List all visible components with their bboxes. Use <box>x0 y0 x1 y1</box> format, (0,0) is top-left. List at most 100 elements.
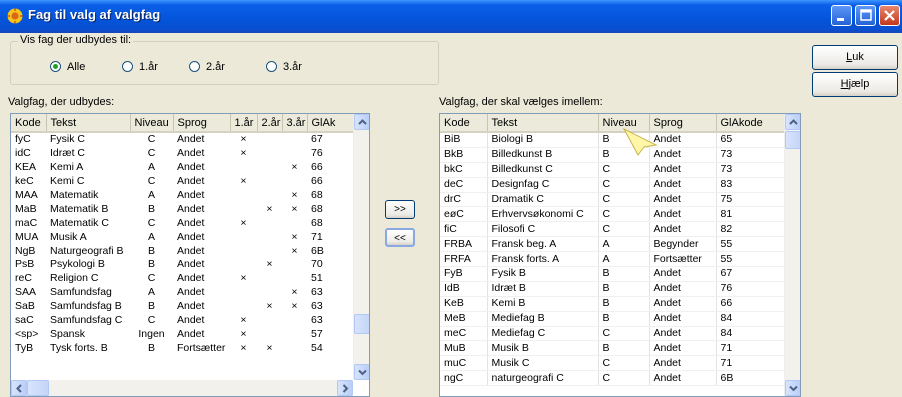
table-cell: Religion C <box>50 272 99 285</box>
table-cell <box>230 230 257 244</box>
radio-icon <box>189 61 200 72</box>
table-cell <box>257 327 282 341</box>
table-cell: × <box>266 300 273 313</box>
table-row[interactable]: BkB Billedkunst B B Andet 73 <box>440 147 785 163</box>
table-row[interactable]: keC Kemi C C Andet × 66 <box>11 175 354 189</box>
offered-subjects-list[interactable]: Kode Tekst Niveau Sprog 1.år 2.år 3.år GlAk fyC… <box>10 113 370 397</box>
table-row[interactable]: idC Idræt C C Andet × 76 <box>11 147 354 161</box>
table-cell <box>282 132 307 147</box>
table-cell: Samfundsfag C <box>50 314 123 327</box>
column-header[interactable]: GlAk <box>307 114 355 133</box>
table-cell <box>257 147 282 161</box>
column-header[interactable]: Tekst <box>46 114 131 133</box>
maximize-button[interactable] <box>855 5 876 26</box>
column-header[interactable]: Kode <box>11 114 47 133</box>
table-row[interactable]: IdB Idræt B B Andet 76 <box>440 281 785 297</box>
table-row[interactable]: NgB Naturgeografi B B Andet × 6B <box>11 244 354 258</box>
selectable-subjects-list[interactable]: Kode Tekst Niveau Sprog GlAkode BiB Biologi B… <box>439 113 801 397</box>
table-row[interactable]: deC Designfag C C Andet 83 <box>440 177 785 193</box>
table-cell: BkB <box>440 147 488 163</box>
scroll-up-button[interactable] <box>785 114 800 130</box>
table-row[interactable]: KEA Kemi A A Andet × 66 <box>11 161 354 175</box>
table-row[interactable]: maC Matematik C C Andet × 68 <box>11 216 354 230</box>
table-row[interactable]: fiC Filosofi C C Andet 82 <box>440 221 785 238</box>
column-header[interactable]: Niveau <box>130 114 174 133</box>
luk-button[interactable]: Luk <box>812 45 898 70</box>
table-cell: Andet <box>649 221 717 238</box>
chevron-up-icon <box>358 119 367 125</box>
table-cell <box>257 314 282 328</box>
table-row[interactable]: fyC Fysik C C Andet × 67 <box>11 132 354 147</box>
radio-2-aar[interactable]: 2.år <box>189 61 225 73</box>
column-header[interactable]: Kode <box>440 114 488 133</box>
table-cell: 84 <box>716 326 785 342</box>
scroll-down-button[interactable] <box>785 380 800 396</box>
remove-button[interactable]: << <box>385 228 415 247</box>
right-vertical-scrollbar[interactable] <box>784 114 800 396</box>
table-row[interactable]: bkC Billedkunst C C Andet 73 <box>440 162 785 178</box>
table-row[interactable]: MuB Musik B B Andet 71 <box>440 340 785 357</box>
table-cell: Andet <box>177 286 205 299</box>
table-cell: Filosofi C <box>487 221 599 238</box>
radio-1-aar[interactable]: 1.år <box>122 61 158 73</box>
column-header[interactable]: Sprog <box>173 114 231 133</box>
column-header[interactable]: 2.år <box>257 114 283 133</box>
table-cell: A <box>147 230 155 243</box>
scroll-down-button[interactable] <box>354 364 369 380</box>
left-scroll-thumb[interactable] <box>354 314 369 334</box>
table-row[interactable]: MeB Mediefag B B Andet 84 <box>440 311 785 327</box>
radio-alle[interactable]: Alle <box>50 61 85 73</box>
table-cell: eøC <box>440 206 488 223</box>
table-row[interactable]: FyB Fysik B B Andet 67 <box>440 266 785 282</box>
table-cell: 76 <box>716 281 785 297</box>
scroll-right-button[interactable] <box>337 380 353 396</box>
table-row[interactable]: PsB Psykologi B B Andet × 70 <box>11 258 354 272</box>
table-cell: MaB <box>15 202 37 215</box>
table-row[interactable]: FRFA Fransk forts. A A Fortsætter 55 <box>440 251 785 268</box>
table-cell: fiC <box>440 221 488 238</box>
table-row[interactable]: FRBA Fransk beg. A A Begynder 55 <box>440 236 785 253</box>
scroll-left-button[interactable] <box>11 380 27 396</box>
table-row[interactable]: ngC naturgeografi C C Andet 6B <box>440 370 785 387</box>
table-row[interactable]: KeB Kemi B B Andet 66 <box>440 296 785 312</box>
right-scroll-thumb[interactable] <box>785 131 800 149</box>
close-window-button[interactable] <box>879 5 900 26</box>
table-cell: × <box>240 216 247 229</box>
add-button[interactable]: >> <box>385 200 415 219</box>
column-header[interactable]: 1.år <box>230 114 258 133</box>
table-cell: MuB <box>440 340 488 357</box>
minimize-button[interactable] <box>831 5 852 26</box>
hjaelp-button[interactable]: Hjælp <box>812 72 898 97</box>
table-cell <box>257 189 282 203</box>
table-cell: <sp> <box>15 327 39 340</box>
table-cell: Andet <box>649 355 717 372</box>
table-row[interactable]: reC Religion C C Andet × 51 <box>11 272 354 286</box>
left-horizontal-scrollbar[interactable] <box>11 380 353 396</box>
scroll-up-button[interactable] <box>354 114 369 130</box>
table-row[interactable]: eøC Erhvervsøkonomi C C Andet 81 <box>440 206 785 223</box>
left-hscroll-thumb[interactable] <box>27 380 49 396</box>
column-header[interactable]: Tekst <box>487 114 599 133</box>
table-row[interactable]: MAA Matematik A Andet × 68 <box>11 189 354 203</box>
title-bar[interactable]: Fag til valg af valgfag <box>0 0 902 33</box>
table-row[interactable]: saC Samfundsfag C C Andet × 63 <box>11 314 354 328</box>
table-row[interactable]: MaB Matematik B B Andet × × 68 <box>11 202 354 216</box>
table-row[interactable]: TyB Tysk forts. B B Fortsætter × × 54 <box>11 341 354 355</box>
table-row[interactable]: <sp> Spansk Ingen Andet × 57 <box>11 327 354 341</box>
table-cell <box>230 202 257 216</box>
column-header[interactable]: GlAkode <box>716 114 785 133</box>
radio-3-aar[interactable]: 3.år <box>266 61 302 73</box>
table-row[interactable]: SaB Samfundsfag B B Andet × × 63 <box>11 300 354 314</box>
radio-selected-icon <box>50 61 61 72</box>
table-cell: 66 <box>311 161 323 174</box>
left-vertical-scrollbar[interactable] <box>353 114 369 380</box>
column-header[interactable]: 3.år <box>282 114 308 133</box>
table-cell: Andet <box>649 326 717 342</box>
table-cell: Biologi B <box>487 132 599 148</box>
table-row[interactable]: MUA Musik A A Andet × 71 <box>11 230 354 244</box>
table-row[interactable]: SAA Samfundsfag A Andet × 63 <box>11 286 354 300</box>
table-row[interactable]: muC Musik C C Andet 71 <box>440 355 785 372</box>
table-row[interactable]: meC Mediefag C C Andet 84 <box>440 326 785 342</box>
table-row[interactable]: drC Dramatik C C Andet 75 <box>440 192 785 208</box>
table-row[interactable]: BiB Biologi B B Andet 65 <box>440 132 785 148</box>
